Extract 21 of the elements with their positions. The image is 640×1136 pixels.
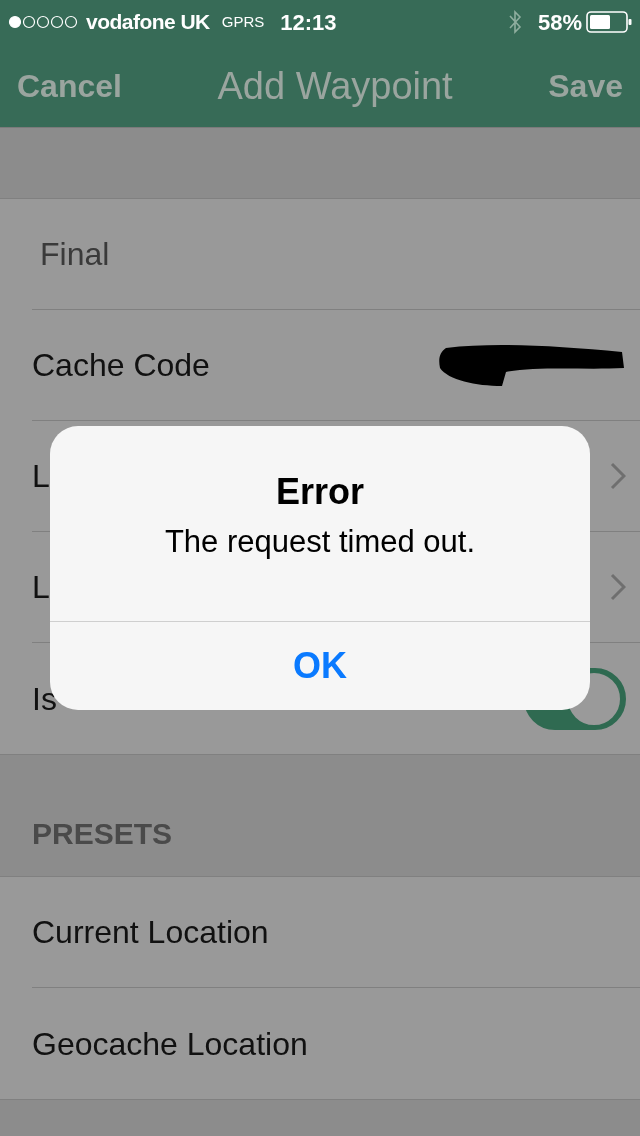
row-label: L: [32, 457, 50, 496]
signal-icon: [8, 14, 78, 30]
bluetooth-icon: [507, 9, 522, 35]
battery-percentage: 58%: [537, 8, 582, 37]
battery-icon: [586, 11, 632, 33]
alert-title: Error: [276, 474, 364, 510]
name-field[interactable]: Final: [32, 230, 110, 278]
chevron-icon: [610, 462, 626, 490]
alert-message: The request timed out.: [164, 526, 476, 557]
section-header: PRESETS: [32, 816, 173, 852]
cancel-button[interactable]: Cancel: [17, 62, 122, 110]
clock-time: 12:13: [280, 8, 337, 37]
row-label: L: [32, 568, 50, 607]
preset-item[interactable]: Geocache Location: [32, 1019, 308, 1068]
save-button[interactable]: Save: [548, 62, 623, 110]
screen-title: Add Waypoint: [217, 63, 453, 109]
chevron-icon: [610, 573, 626, 601]
carrier-name: vodafone UK: [86, 9, 210, 36]
network-type: GPRS: [221, 11, 265, 32]
row-label: Cache Code: [32, 346, 210, 385]
preset-item[interactable]: Current Location: [32, 908, 269, 956]
